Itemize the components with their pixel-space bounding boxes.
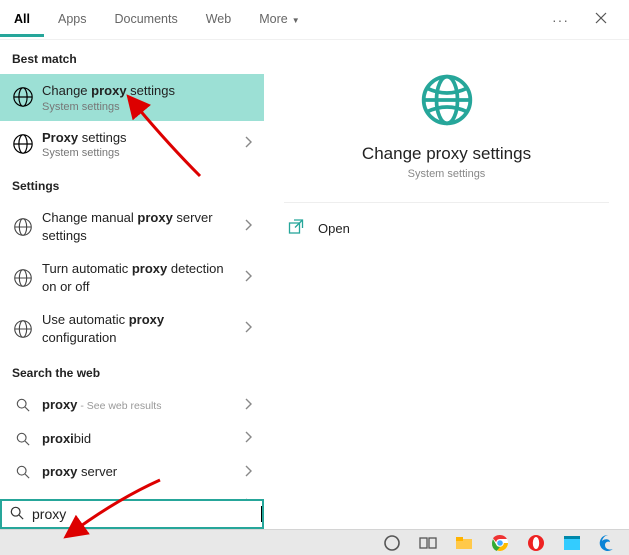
result-subtitle: System settings [42, 147, 236, 159]
result-turn-auto-proxy[interactable]: Turn automatic proxy detection on or off [0, 252, 264, 303]
task-view-icon[interactable] [419, 534, 437, 552]
globe-icon [10, 267, 36, 289]
globe-icon [10, 133, 36, 155]
web-result-proxy-site[interactable]: proxy site [0, 489, 264, 499]
web-result-proxibid[interactable]: proxibid [0, 422, 264, 456]
close-icon [595, 12, 607, 24]
tab-documents[interactable]: Documents [100, 2, 191, 37]
edge-icon[interactable] [599, 534, 617, 552]
app-icon[interactable] [563, 534, 581, 552]
open-icon [288, 219, 304, 238]
search-filter-tabs: All Apps Documents Web More▼ ··· [0, 0, 629, 40]
tab-all[interactable]: All [0, 2, 44, 37]
search-box[interactable] [0, 499, 264, 529]
tab-apps[interactable]: Apps [44, 2, 101, 37]
result-title: Change manual proxy server settings [42, 209, 236, 244]
close-button[interactable] [581, 12, 621, 27]
result-title: Turn automatic proxy detection on or off [42, 260, 236, 295]
opera-icon[interactable] [527, 534, 545, 552]
taskbar [0, 529, 629, 555]
chevron-right-icon[interactable] [236, 136, 252, 151]
section-search-web: Search the web [0, 354, 264, 388]
results-list: Best match Change proxy settings System … [0, 40, 264, 499]
result-change-manual-proxy[interactable]: Change manual proxy server settings [0, 201, 264, 252]
result-proxy-settings[interactable]: Proxy settings System settings [0, 121, 264, 168]
preview-title: Change proxy settings [284, 144, 609, 164]
cortana-icon[interactable] [383, 534, 401, 552]
text-cursor [261, 506, 262, 522]
result-title: proxy server [42, 463, 236, 481]
section-best-match: Best match [0, 40, 264, 74]
globe-icon [284, 72, 609, 128]
chevron-right-icon[interactable] [236, 465, 252, 480]
globe-icon [10, 318, 36, 340]
result-title: Use automatic proxy configuration [42, 311, 236, 346]
web-result-proxy[interactable]: proxy - See web results [0, 388, 264, 422]
search-icon [10, 465, 36, 479]
search-icon [2, 506, 32, 523]
file-explorer-icon[interactable] [455, 534, 473, 552]
result-title: Change proxy settings [42, 82, 252, 100]
tab-more[interactable]: More▼ [245, 2, 313, 37]
tab-web[interactable]: Web [192, 2, 245, 37]
result-subtitle: System settings [42, 101, 252, 113]
chrome-icon[interactable] [491, 534, 509, 552]
preview-pane: Change proxy settings System settings Op… [264, 40, 629, 499]
divider [284, 202, 609, 203]
section-settings: Settings [0, 167, 264, 201]
chevron-right-icon[interactable] [236, 219, 252, 234]
chevron-right-icon[interactable] [236, 398, 252, 413]
preview-subtitle: System settings [284, 168, 609, 180]
open-button[interactable]: Open [284, 213, 609, 244]
web-result-proxy-server[interactable]: proxy server [0, 455, 264, 489]
more-options-button[interactable]: ··· [540, 12, 581, 28]
open-label: Open [318, 221, 350, 236]
result-use-auto-proxy[interactable]: Use automatic proxy configuration [0, 303, 264, 354]
result-title: proxibid [42, 430, 236, 448]
globe-icon [10, 86, 36, 108]
search-icon [10, 432, 36, 446]
chevron-right-icon[interactable] [236, 270, 252, 285]
search-input[interactable] [32, 506, 261, 522]
search-icon [10, 398, 36, 412]
chevron-down-icon: ▼ [292, 16, 300, 25]
globe-icon [10, 216, 36, 238]
chevron-right-icon[interactable] [236, 321, 252, 336]
result-title: Proxy settings [42, 129, 236, 147]
result-change-proxy-settings[interactable]: Change proxy settings System settings [0, 74, 264, 121]
chevron-right-icon[interactable] [236, 431, 252, 446]
result-title: proxy - See web results [42, 396, 236, 414]
